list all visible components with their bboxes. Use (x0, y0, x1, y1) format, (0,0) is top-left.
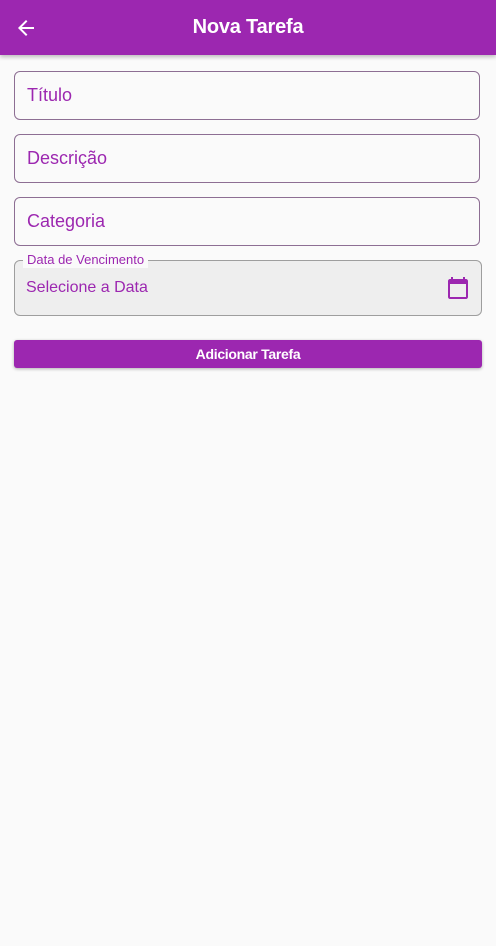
category-input[interactable] (15, 198, 479, 245)
add-task-button[interactable]: Adicionar Tarefa (14, 340, 482, 368)
description-field[interactable] (14, 134, 480, 183)
category-field[interactable] (14, 197, 480, 246)
title-field[interactable] (14, 71, 480, 120)
title-input[interactable] (15, 72, 479, 119)
calendar-icon[interactable] (446, 276, 470, 300)
due-date-value: Selecione a Data (26, 279, 148, 296)
page-title: Nova Tarefa (192, 16, 304, 38)
due-date-field[interactable]: Data de Vencimento Selecione a Data (14, 252, 482, 316)
app-bar: Nova Tarefa (0, 0, 496, 55)
description-input[interactable] (15, 135, 479, 182)
